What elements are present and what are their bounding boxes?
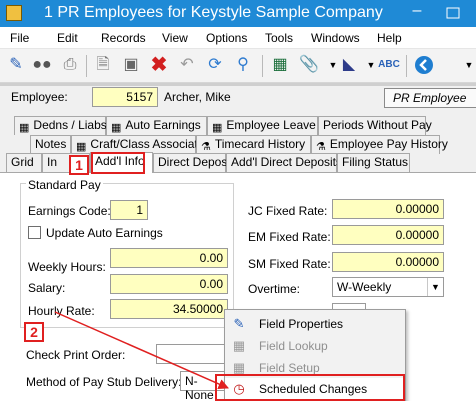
scanner-icon[interactable]: ◣ — [338, 54, 360, 76]
attachment-icon[interactable]: 📎 — [298, 54, 320, 76]
earnings-code-field[interactable]: 1 — [110, 200, 148, 220]
menu-bar: File Edit Records View Options Tools Win… — [0, 27, 476, 49]
employee-label: Employee: — [11, 90, 68, 104]
printer-icon[interactable]: ⎙ — [59, 54, 81, 76]
delete-icon[interactable]: ✖ — [148, 54, 170, 76]
tab-notes[interactable]: Notes — [30, 135, 71, 154]
overtime-select[interactable]: W-Weekly ▼ — [332, 277, 444, 297]
field-properties-icon: ✎ — [233, 316, 245, 331]
salary-label: Salary: — [28, 281, 66, 295]
tab-employee-leave[interactable]: ▦ Employee Leave — [207, 116, 318, 135]
highlight-addl-info-tab — [91, 152, 145, 174]
jc-fixed-rate-field[interactable]: 0.00000 — [332, 199, 444, 219]
pay-stub-delivery-value: N-None — [185, 374, 214, 401]
update-auto-earnings-checkbox[interactable] — [28, 226, 41, 239]
menu-records[interactable]: Records — [101, 31, 146, 45]
back-icon[interactable] — [413, 54, 435, 76]
toolbar-separator — [262, 55, 263, 77]
undo-icon[interactable]: ↶ — [176, 54, 198, 76]
toolbar-separator — [406, 55, 407, 77]
tab-dedns-liabs[interactable]: ▦ Dedns / Liabs — [14, 116, 107, 135]
standard-pay-title: Standard Pay — [26, 178, 103, 192]
refresh-icon[interactable]: ⟳ — [204, 54, 226, 76]
earnings-code-label: Earnings Code: — [28, 204, 111, 218]
step-marker-2: 2 — [24, 322, 44, 342]
em-fixed-rate-label: EM Fixed Rate: — [248, 230, 331, 244]
menu-edit[interactable]: Edit — [57, 31, 78, 45]
weekly-hours-field[interactable]: 0.00 — [110, 248, 228, 268]
calculator-icon[interactable]: ▦ — [269, 54, 291, 76]
sm-fixed-rate-field[interactable]: 0.00000 — [332, 252, 444, 272]
toolbar-overflow-icon[interactable]: ▼ — [458, 54, 476, 76]
tab-timecard-history[interactable]: ⚗ Timecard History — [196, 135, 311, 154]
maximize-button[interactable] — [432, 0, 476, 27]
tab-auto-earnings[interactable]: ▦ Auto Earnings — [106, 116, 207, 135]
context-item-field-properties[interactable]: ✎ Field Properties — [225, 313, 405, 335]
minimize-button[interactable]: – — [402, 0, 432, 27]
tab-employee-pay-history[interactable]: ⚗ Employee Pay History — [311, 135, 448, 154]
menu-view[interactable]: View — [162, 31, 188, 45]
tab-grid[interactable]: Grid — [6, 153, 42, 172]
app-icon[interactable] — [6, 5, 22, 21]
window-title: 1 PR Employees for Keystyle Sample Compa… — [44, 4, 383, 21]
update-auto-earnings-label: Update Auto Earnings — [46, 226, 163, 240]
maximize-icon — [446, 7, 460, 19]
menu-tools[interactable]: Tools — [265, 31, 293, 45]
tab-addl-direct-deposits[interactable]: Add'l Direct Deposits — [226, 153, 342, 172]
hourly-rate-field[interactable]: 34.50000 — [110, 299, 228, 319]
step-marker-1: 1 — [69, 155, 89, 175]
grid-icon: ▦ — [19, 122, 30, 134]
title-bar: 1 PR Employees for Keystyle Sample Compa… — [0, 0, 476, 27]
salary-field[interactable]: 0.00 — [110, 274, 228, 294]
check-print-order-field[interactable] — [156, 344, 226, 364]
tab-periods-without-pay[interactable]: Periods Without Pay — [318, 116, 432, 135]
toolbar-separator — [86, 55, 87, 77]
weekly-hours-label: Weekly Hours: — [28, 260, 106, 274]
jc-fixed-rate-label: JC Fixed Rate: — [248, 204, 328, 218]
toolbar: ✎ ●● ⎙ 🗎 ▣ ✖ ↶ ⟳ ⚲ ▦ 📎 ▼ ◣ ▼ ABC ▼ — [0, 49, 476, 83]
overtime-label: Overtime: — [248, 282, 301, 296]
new-document-icon[interactable]: 🗎 — [92, 54, 114, 76]
search-icon[interactable]: ⚲ — [232, 54, 254, 76]
menu-help[interactable]: Help — [377, 31, 402, 45]
spell-check-icon[interactable]: ABC — [378, 54, 400, 76]
binoculars-icon[interactable]: ●● — [31, 54, 53, 76]
highlight-scheduled-changes — [215, 374, 405, 401]
pr-employee-button[interactable]: PR Employee — [384, 88, 476, 108]
menu-file[interactable]: File — [10, 31, 29, 45]
tab-filing-status[interactable]: Filing Status — [337, 153, 410, 172]
em-fixed-rate-field[interactable]: 0.00000 — [332, 225, 444, 245]
context-item-field-lookup[interactable]: ▦ Field Lookup — [225, 335, 405, 357]
menu-options[interactable]: Options — [206, 31, 247, 45]
back-arrow-graphic — [415, 56, 433, 74]
check-print-order-label: Check Print Order: — [26, 348, 126, 362]
save-icon[interactable]: ▣ — [120, 54, 142, 76]
sm-fixed-rate-label: SM Fixed Rate: — [248, 257, 331, 271]
hourly-rate-label: Hourly Rate: — [28, 304, 95, 318]
edit-record-icon[interactable]: ✎ — [5, 54, 27, 76]
chevron-down-icon[interactable]: ▼ — [427, 278, 443, 296]
employee-id-field[interactable]: 5157 — [92, 87, 158, 107]
menu-windows[interactable]: Windows — [311, 31, 360, 45]
employee-name: Archer, Mike — [164, 90, 231, 104]
tab-direct-deposit[interactable]: Direct Deposit — [153, 153, 233, 172]
overtime-value: W-Weekly — [337, 280, 392, 294]
field-lookup-icon: ▦ — [232, 338, 246, 353]
pay-stub-delivery-label: Method of Pay Stub Delivery: — [26, 375, 182, 389]
